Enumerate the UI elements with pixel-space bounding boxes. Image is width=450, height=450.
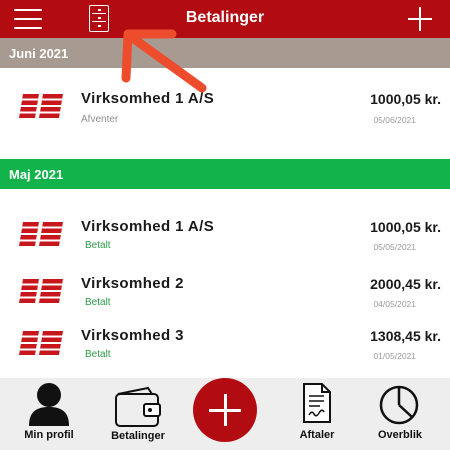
tab-overblik[interactable]: Overblik — [368, 378, 432, 450]
ds-logo-icon — [17, 222, 65, 246]
status-text: Betalt — [85, 349, 111, 360]
payment-date: 05/06/2021 — [373, 115, 416, 125]
amount: 1000,05 kr. — [370, 91, 441, 107]
signed-document-icon — [303, 383, 331, 423]
company-name: Virksomhed 2 — [81, 275, 184, 292]
person-icon — [29, 383, 69, 426]
status-text: Betalt — [85, 297, 111, 308]
payment-date: 04/05/2021 — [373, 299, 416, 309]
clock-pie-icon — [379, 385, 419, 425]
page-title: Betalinger — [185, 9, 265, 26]
amount: 1308,45 kr. — [370, 328, 441, 344]
ds-logo-icon — [17, 94, 65, 118]
tab-label-betalinger: Betalinger — [111, 430, 165, 442]
status-text: Betalt — [85, 240, 111, 251]
add-fab-plus-icon[interactable] — [193, 378, 257, 442]
top-app-bar: Betalinger — [0, 0, 450, 38]
amount: 1000,05 kr. — [370, 219, 441, 235]
ds-logo-icon — [17, 279, 65, 303]
payment-row[interactable]: Virksomhed 1 A/S Betalt 1000,05 kr. 05/0… — [0, 218, 450, 270]
payment-row[interactable]: Virksomhed 3 Betalt 1308,45 kr. 01/05/20… — [0, 327, 450, 379]
payment-date: 05/05/2021 — [373, 242, 416, 252]
amount: 2000,45 kr. — [370, 276, 441, 292]
bottom-tab-bar: Min profil Betalinger Aftaler Overblik — [0, 378, 450, 450]
section-header-may: Maj 2021 — [0, 159, 450, 189]
tab-min-profil[interactable]: Min profil — [10, 378, 88, 450]
wallet-icon — [115, 386, 161, 427]
tutorial-arrow-icon — [121, 29, 207, 93]
tab-label-aftaler: Aftaler — [299, 429, 335, 441]
company-name: Virksomhed 1 A/S — [81, 218, 215, 235]
tab-label-overblik: Overblik — [377, 429, 423, 441]
add-payment-plus-icon[interactable] — [408, 7, 432, 31]
status-text: Afventer — [81, 114, 119, 125]
tab-aftaler[interactable]: Aftaler — [284, 378, 350, 450]
tab-betalinger[interactable]: Betalinger — [100, 378, 176, 450]
company-name: Virksomhed 3 — [81, 327, 184, 344]
payment-date: 01/05/2021 — [373, 351, 416, 361]
payment-row[interactable]: Virksomhed 1 A/S Afventer 1000,05 kr. 05… — [0, 90, 450, 142]
tab-label-min-profil: Min profil — [24, 429, 74, 441]
payment-row[interactable]: Virksomhed 2 Betalt 2000,45 kr. 04/05/20… — [0, 275, 450, 327]
ds-logo-icon — [17, 331, 65, 355]
section-header-june: Juni 2021 — [0, 38, 450, 68]
